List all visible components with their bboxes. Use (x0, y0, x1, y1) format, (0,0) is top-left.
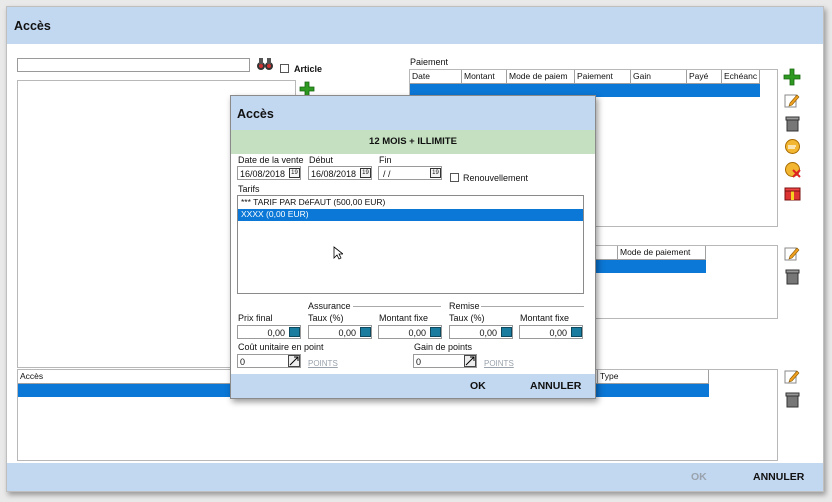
col-paiement: Paiement (575, 70, 631, 84)
payment-mode-table[interactable]: Mode de paiement (587, 245, 778, 319)
gain-value: 0 (416, 357, 422, 367)
prix-final-label: Prix final (238, 313, 273, 323)
assurance-montant-label: Montant fixe (379, 313, 429, 323)
article-checkbox[interactable] (280, 64, 289, 73)
debut-value: 16/08/2018 (311, 169, 357, 179)
dialog-title-bar: Accès (231, 96, 595, 130)
fin-value: / / (383, 169, 391, 179)
trash-icon-3[interactable] (785, 391, 803, 409)
debut-field[interactable]: 16/08/2018 19 (308, 166, 372, 180)
spinner-icon[interactable] (464, 355, 476, 367)
edit-icon-2[interactable] (784, 245, 802, 263)
col-type: Type (598, 370, 709, 384)
calendar-icon[interactable]: 19 (430, 168, 441, 178)
remise-montant-field[interactable]: 0,00 (519, 325, 583, 339)
calculator-icon[interactable] (289, 327, 300, 337)
assurance-taux-value: 0,00 (338, 328, 356, 338)
col-mode-paiement: Mode de paiement (618, 246, 706, 260)
tarif-item-selected[interactable]: XXXX (0,00 EUR) (238, 209, 583, 221)
date-vente-label: Date de la vente (238, 155, 304, 165)
fin-label: Fin (379, 155, 392, 165)
assurance-divider (353, 306, 441, 307)
tarif-item[interactable]: *** TARIF PAR DéFAUT (500,00 EUR) (238, 197, 583, 209)
remise-label: Remise (449, 301, 480, 311)
remise-montant-label: Montant fixe (520, 313, 570, 323)
mouse-cursor-icon (333, 246, 345, 262)
prix-final-value: 0,00 (267, 328, 285, 338)
calculator-icon[interactable] (360, 327, 371, 337)
binoculars-icon[interactable] (256, 57, 274, 71)
fin-field[interactable]: / / 19 (378, 166, 442, 180)
date-vente-field[interactable]: 16/08/2018 19 (237, 166, 301, 180)
calendar-icon[interactable]: 19 (360, 168, 371, 178)
dialog-title: Accès (237, 107, 274, 121)
gift-icon[interactable] (784, 184, 802, 202)
tarifs-list[interactable]: *** TARIF PAR DéFAUT (500,00 EUR) XXXX (… (237, 195, 584, 294)
payment-title: Paiement (410, 57, 449, 67)
edit-icon-3[interactable] (784, 368, 802, 386)
calculator-icon[interactable] (430, 327, 441, 337)
add-icon[interactable] (783, 68, 801, 86)
remise-taux-field[interactable]: 0,00 (449, 325, 513, 339)
tarifs-label: Tarifs (238, 184, 260, 194)
gain-label: Gain de points (414, 342, 473, 352)
col-echeance: Echéanc (722, 70, 760, 84)
payment-mode-selected-row[interactable] (588, 260, 706, 273)
title-bar: Accès (7, 7, 823, 44)
trash-icon-2[interactable] (785, 268, 803, 286)
spinner-icon[interactable] (288, 355, 300, 367)
trash-icon[interactable] (785, 115, 803, 133)
search-input[interactable] (17, 58, 250, 72)
col-paye: Payé (687, 70, 722, 84)
bottom-bar: OK ANNULER (7, 463, 823, 491)
col-mode: Mode de paiem (507, 70, 575, 84)
col-gain: Gain (631, 70, 687, 84)
renouvellement-checkbox[interactable] (450, 173, 459, 182)
ok-button[interactable]: OK (691, 471, 707, 483)
cout-value: 0 (240, 357, 246, 367)
product-band: 12 MOIS + ILLIMITE (231, 130, 595, 154)
remise-taux-value: 0,00 (479, 328, 497, 338)
edit-icon[interactable] (784, 92, 802, 110)
assurance-label: Assurance (308, 301, 351, 311)
gain-points-link[interactable]: POINTS (484, 359, 514, 368)
access-dialog: Accès 12 MOIS + ILLIMITE Date de la vent… (230, 95, 596, 399)
calculator-icon[interactable] (501, 327, 512, 337)
assurance-montant-value: 0,00 (408, 328, 426, 338)
col-montant: Montant (462, 70, 507, 84)
cout-points-link[interactable]: POINTS (308, 359, 338, 368)
window-title: Accès (14, 19, 51, 33)
cancel-euro-icon[interactable] (784, 161, 802, 179)
remise-taux-label: Taux (%) (449, 313, 485, 323)
remise-montant-value: 0,00 (549, 328, 567, 338)
calendar-icon[interactable]: 19 (289, 168, 300, 178)
assurance-taux-field[interactable]: 0,00 (308, 325, 372, 339)
article-label: Article (294, 64, 323, 74)
renouvellement-label: Renouvellement (463, 173, 529, 183)
product-name: 12 MOIS + ILLIMITE (369, 136, 457, 147)
cancel-button[interactable]: ANNULER (753, 471, 804, 483)
date-vente-value: 16/08/2018 (240, 169, 286, 179)
assurance-taux-label: Taux (%) (308, 313, 344, 323)
dialog-cancel-button[interactable]: ANNULER (530, 380, 581, 392)
assurance-montant-field[interactable]: 0,00 (378, 325, 442, 339)
cout-field[interactable]: 0 (237, 354, 301, 368)
prix-final-field[interactable]: 0,00 (237, 325, 301, 339)
cout-label: Coût unitaire en point (238, 342, 324, 352)
refresh-euro-icon[interactable] (784, 138, 802, 156)
dialog-bottom-bar: OK ANNULER (231, 374, 595, 398)
col-date: Date (410, 70, 462, 84)
calculator-icon[interactable] (571, 327, 582, 337)
debut-label: Début (309, 155, 334, 165)
remise-divider (481, 306, 584, 307)
gain-field[interactable]: 0 (413, 354, 477, 368)
dialog-ok-button[interactable]: OK (470, 380, 486, 392)
